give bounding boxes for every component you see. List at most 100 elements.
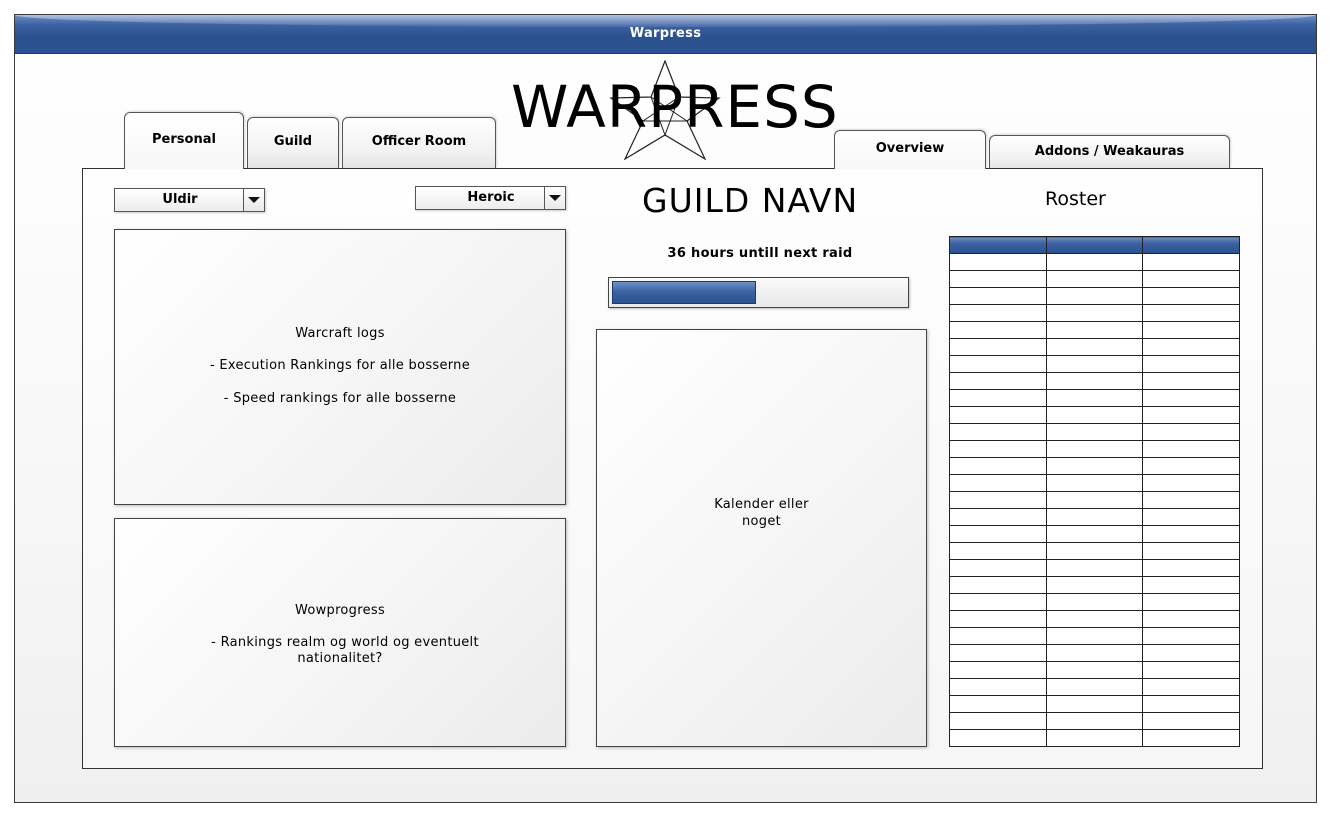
table-cell bbox=[1045, 627, 1144, 645]
table-cell bbox=[949, 406, 1047, 424]
roster-header-cell bbox=[949, 236, 1047, 254]
table-cell bbox=[949, 661, 1047, 679]
raid-select[interactable]: Uldir bbox=[114, 188, 265, 212]
table-cell bbox=[1045, 406, 1144, 424]
table-row bbox=[949, 406, 1240, 424]
table-cell bbox=[949, 729, 1047, 747]
table-cell bbox=[1142, 508, 1240, 526]
table-cell bbox=[949, 593, 1047, 611]
table-cell bbox=[949, 321, 1047, 339]
table-cell bbox=[949, 423, 1047, 441]
table-cell bbox=[1045, 729, 1144, 747]
raid-countdown-text: 36 hours untill next raid bbox=[667, 246, 853, 261]
table-row bbox=[949, 729, 1240, 747]
table-cell bbox=[949, 542, 1047, 560]
table-cell bbox=[1045, 253, 1144, 271]
table-cell bbox=[1045, 372, 1144, 390]
table-cell bbox=[1142, 729, 1240, 747]
table-row bbox=[949, 491, 1240, 509]
table-cell bbox=[1142, 253, 1240, 271]
table-cell bbox=[1045, 525, 1144, 543]
table-cell bbox=[1045, 304, 1144, 322]
table-cell bbox=[1045, 695, 1144, 713]
progress-fill bbox=[612, 281, 756, 304]
table-cell bbox=[1142, 440, 1240, 458]
tab-personal[interactable]: Personal bbox=[124, 112, 244, 169]
table-cell bbox=[1142, 576, 1240, 594]
table-cell bbox=[949, 525, 1047, 543]
table-cell bbox=[1142, 610, 1240, 628]
table-cell bbox=[949, 644, 1047, 662]
warcraft-logs-panel: Warcraft logs - Execution Rankings for a… bbox=[114, 229, 566, 505]
table-cell bbox=[1142, 542, 1240, 560]
table-row bbox=[949, 508, 1240, 526]
table-cell bbox=[1045, 610, 1144, 628]
table-cell bbox=[949, 576, 1047, 594]
raid-select-value: Uldir bbox=[162, 192, 198, 207]
table-cell bbox=[1045, 270, 1144, 288]
table-cell bbox=[1142, 304, 1240, 322]
table-cell bbox=[949, 287, 1047, 305]
wowprogress-line-2: nationalitet? bbox=[297, 651, 383, 666]
table-row bbox=[949, 355, 1240, 373]
chevron-down-icon[interactable] bbox=[243, 189, 264, 211]
tab-addons-weakauras-label: Addons / Weakauras bbox=[1034, 144, 1185, 159]
table-cell bbox=[1045, 542, 1144, 560]
tab-overview-label: Overview bbox=[875, 141, 945, 156]
table-cell bbox=[1142, 627, 1240, 645]
warcraft-logs-line-1: - Execution Rankings for alle bosserne bbox=[209, 358, 471, 373]
table-row bbox=[949, 627, 1240, 645]
tab-officer-room[interactable]: Officer Room bbox=[342, 117, 496, 168]
table-cell bbox=[1142, 321, 1240, 339]
table-cell bbox=[1045, 644, 1144, 662]
table-cell bbox=[1045, 474, 1144, 492]
table-row bbox=[949, 423, 1240, 441]
tab-addons-weakauras[interactable]: Addons / Weakauras bbox=[989, 135, 1230, 169]
table-row bbox=[949, 678, 1240, 696]
roster-table bbox=[949, 236, 1240, 747]
table-cell bbox=[949, 695, 1047, 713]
roster-title: Roster bbox=[1045, 188, 1106, 210]
tab-guild[interactable]: Guild bbox=[247, 117, 339, 168]
calendar-line-1: Kalender eller bbox=[714, 497, 809, 512]
table-cell bbox=[1045, 593, 1144, 611]
table-row bbox=[949, 440, 1240, 458]
table-cell bbox=[949, 712, 1047, 730]
calendar-panel: Kalender eller noget bbox=[596, 329, 927, 747]
table-row bbox=[949, 304, 1240, 322]
table-cell bbox=[1045, 287, 1144, 305]
table-cell bbox=[1142, 474, 1240, 492]
roster-header-cell bbox=[1045, 236, 1144, 254]
table-row bbox=[949, 389, 1240, 407]
table-cell bbox=[949, 270, 1047, 288]
table-cell bbox=[1142, 389, 1240, 407]
tab-guild-label: Guild bbox=[273, 134, 313, 149]
table-row bbox=[949, 457, 1240, 475]
table-row bbox=[949, 559, 1240, 577]
table-row bbox=[949, 593, 1240, 611]
guild-name: GUILD NAVN bbox=[642, 181, 859, 220]
chevron-down-icon[interactable] bbox=[544, 187, 565, 209]
table-row bbox=[949, 253, 1240, 271]
table-row bbox=[949, 661, 1240, 679]
table-cell bbox=[949, 440, 1047, 458]
calendar-line-2: noget bbox=[741, 514, 782, 529]
table-cell bbox=[1142, 355, 1240, 373]
table-cell bbox=[1142, 712, 1240, 730]
difficulty-select[interactable]: Heroic bbox=[415, 186, 566, 210]
table-cell bbox=[1142, 287, 1240, 305]
table-row bbox=[949, 287, 1240, 305]
table-cell bbox=[1142, 661, 1240, 679]
table-cell bbox=[1142, 678, 1240, 696]
tab-overview[interactable]: Overview bbox=[834, 130, 986, 169]
table-row bbox=[949, 474, 1240, 492]
table-cell bbox=[1142, 525, 1240, 543]
table-cell bbox=[949, 491, 1047, 509]
table-cell bbox=[949, 508, 1047, 526]
title-bar: Warpress bbox=[15, 15, 1316, 54]
table-row bbox=[949, 338, 1240, 356]
logo-text: WARPRESS bbox=[511, 73, 839, 141]
wowprogress-panel: Wowprogress - Rankings realm og world og… bbox=[114, 518, 566, 747]
table-row bbox=[949, 576, 1240, 594]
table-cell bbox=[949, 627, 1047, 645]
